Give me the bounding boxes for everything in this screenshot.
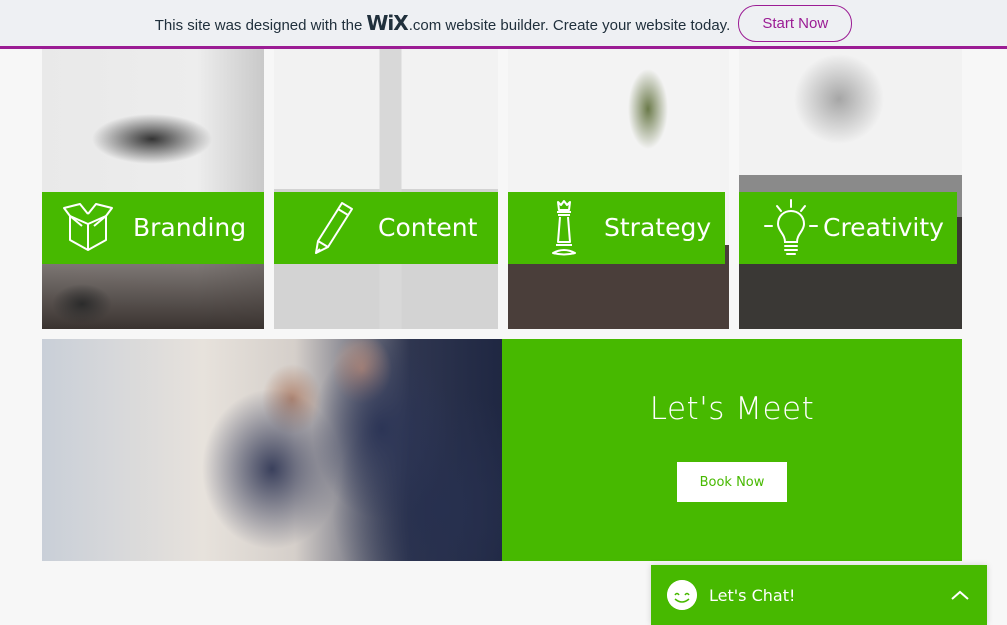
wix-promo-banner: This site was designed with the WiX .com… [0, 0, 1007, 49]
banner-text-before: This site was designed with the [154, 17, 363, 34]
tile-label: Creativity [823, 212, 944, 242]
book-now-button[interactable]: Book Now [677, 462, 787, 502]
tile-label: Branding [133, 212, 247, 242]
pencil-icon [315, 202, 353, 254]
service-tile-branding[interactable]: Branding [42, 49, 264, 329]
banner-message: This site was designed with the WiX .com… [155, 11, 731, 35]
tile-label-bar: Creativity [739, 192, 957, 264]
office-photo [739, 49, 962, 329]
service-tile-content[interactable]: Content [274, 49, 498, 329]
office-photo [274, 49, 498, 329]
business-meeting-photo [42, 339, 502, 561]
lightbulb-icon [764, 199, 818, 255]
tile-label: Content [378, 212, 478, 242]
lets-meet-panel: Let's Meet Book Now [502, 339, 962, 561]
smiley-icon [667, 580, 697, 610]
lets-meet-heading: Let's Meet [649, 391, 815, 427]
service-tile-creativity[interactable]: Creativity [739, 49, 962, 329]
banner-text-after: .com website builder. Create your websit… [408, 17, 731, 34]
start-now-button[interactable]: Start Now [738, 4, 853, 42]
tile-label-bar: Strategy [508, 192, 725, 264]
tile-label: Strategy [604, 212, 712, 242]
chevron-up-icon[interactable] [949, 587, 971, 603]
wix-logo: WiX [366, 11, 408, 35]
tile-label-bar: Branding [42, 192, 264, 264]
chess-queen-icon [552, 200, 576, 256]
service-tile-strategy[interactable]: Strategy [508, 49, 729, 329]
open-box-icon [63, 203, 113, 251]
chat-label: Let's Chat! [709, 586, 796, 605]
office-photo [42, 49, 264, 329]
office-photo [508, 49, 729, 329]
chat-widget[interactable]: Let's Chat! [651, 565, 987, 625]
tile-label-bar: Content [274, 192, 498, 264]
